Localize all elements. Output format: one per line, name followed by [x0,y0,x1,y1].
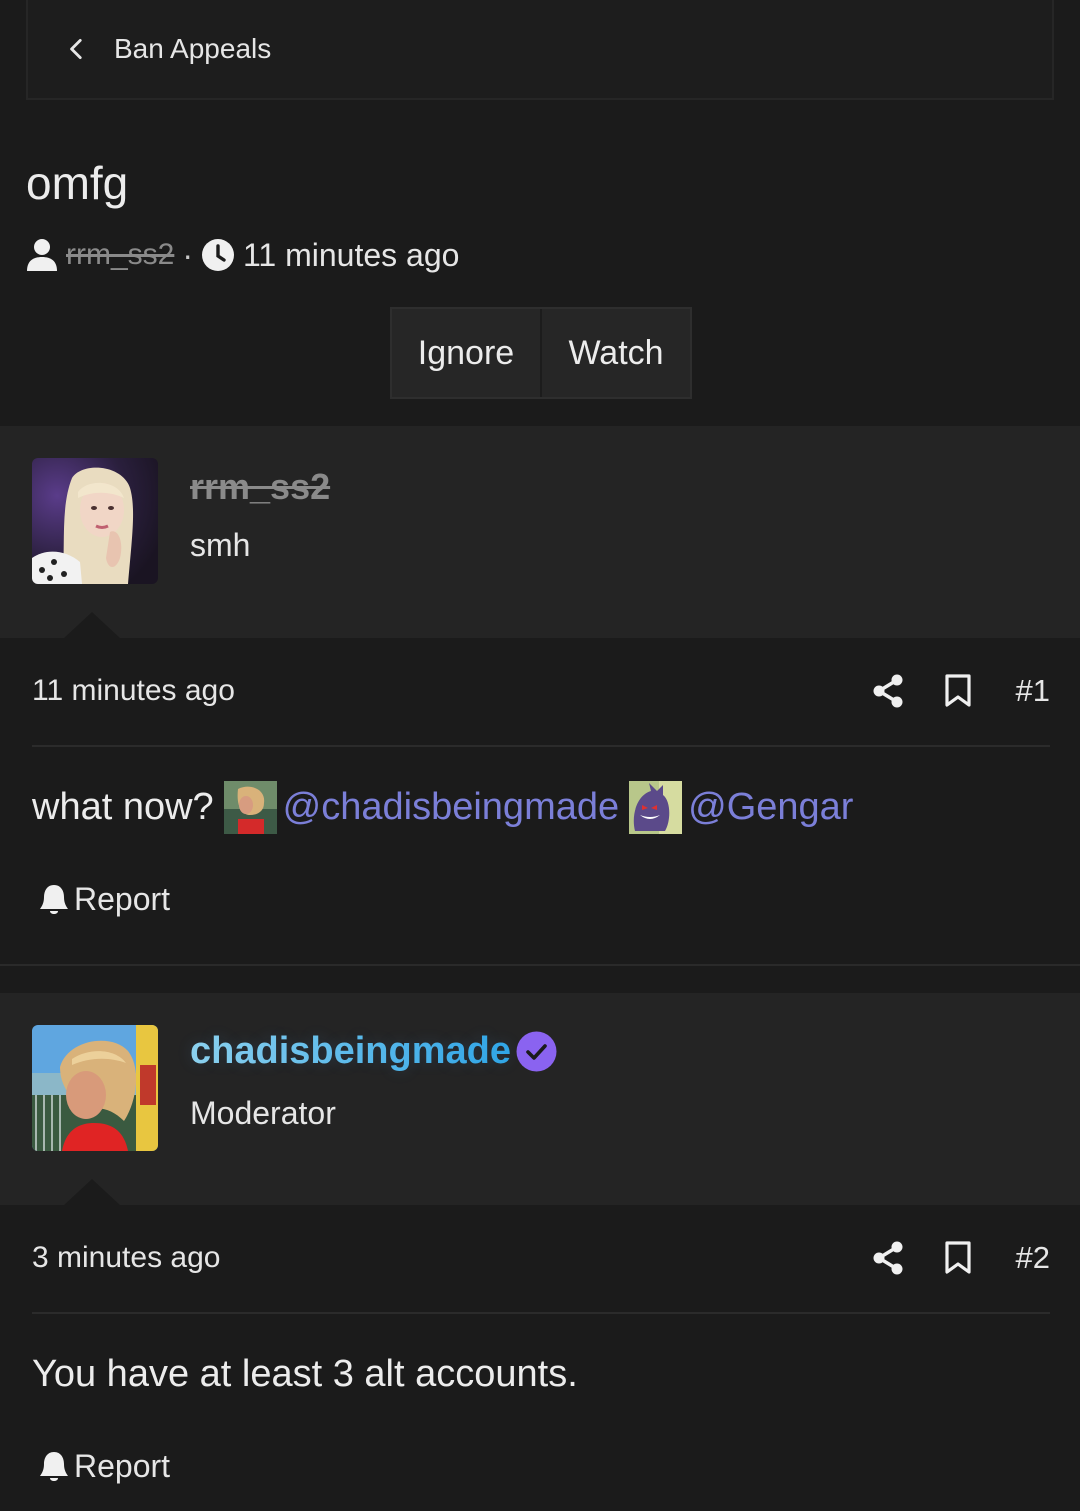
report-label: Report [74,1447,171,1484]
post-1-user-title: smh [190,527,251,563]
thread-actions: Ignore Watch [390,307,692,399]
thread-author[interactable]: rrm_ss2 [66,238,174,272]
breadcrumb[interactable]: Ban Appeals [26,0,1054,100]
post-2-time[interactable]: 3 minutes ago [32,1241,220,1275]
post-1-body: what now? @chadisbeingmade @Gengar [32,779,853,835]
user-icon [27,239,57,271]
mention-avatar-chadisbeingmade [223,780,277,834]
watch-button[interactable]: Watch [540,309,690,397]
share-icon[interactable] [872,674,904,708]
ignore-button[interactable]: Ignore [392,309,540,397]
post-2-actions: #2 [872,1240,1050,1276]
post-1-actions: #1 [872,673,1050,709]
share-icon[interactable] [872,1241,904,1275]
post-2-report-button[interactable]: Report [38,1446,170,1486]
thread-time: 11 minutes ago [243,236,460,273]
report-label: Report [74,880,171,917]
breadcrumb-label: Ban Appeals [114,33,272,64]
post-1-username[interactable]: rrm_ss2 [190,466,330,508]
post-2-number[interactable]: #2 [1012,1240,1050,1276]
thread-title: omfg [26,157,129,209]
clock-icon [202,239,234,271]
mention-gengar[interactable]: @Gengar [688,786,853,829]
mention-avatar-gengar [629,780,683,834]
post-1-header [0,426,1080,638]
post-1-time[interactable]: 11 minutes ago [32,674,235,708]
post-2-text: You have at least 3 alt accounts. [32,1352,578,1395]
post-pointer [64,1179,120,1205]
post-2-user-title: Moderator [190,1095,336,1131]
avatar[interactable] [32,1025,158,1151]
post-separator [0,964,1080,966]
post-1-number[interactable]: #1 [1012,673,1050,709]
thread-page: Ban Appeals omfg rrm_ss2 · 11 minutes ag… [0,0,1080,1511]
chevron-left-icon [70,38,82,60]
post-2-body: You have at least 3 alt accounts. [32,1350,578,1398]
avatar[interactable] [32,458,158,584]
post-2-username[interactable]: chadisbeingmade [190,1030,511,1073]
post-1-text: what now? [32,785,214,828]
bookmark-icon[interactable] [944,1241,972,1275]
post-2-bar: 3 minutes ago #2 [32,1204,1050,1314]
bell-icon [40,1452,68,1481]
mention-chadisbeingmade[interactable]: @chadisbeingmade [283,786,619,829]
post-1-report-button[interactable]: Report [38,879,170,919]
post-1-bar: 11 minutes ago #1 [32,637,1050,747]
bookmark-icon[interactable] [944,674,972,708]
thread-meta: rrm_ss2 · 11 minutes ago [26,234,459,276]
bell-icon [40,885,68,914]
meta-separator: · [182,236,193,273]
post-2-header [0,993,1080,1205]
verified-badge-icon [516,1031,557,1072]
post-pointer [64,612,120,638]
